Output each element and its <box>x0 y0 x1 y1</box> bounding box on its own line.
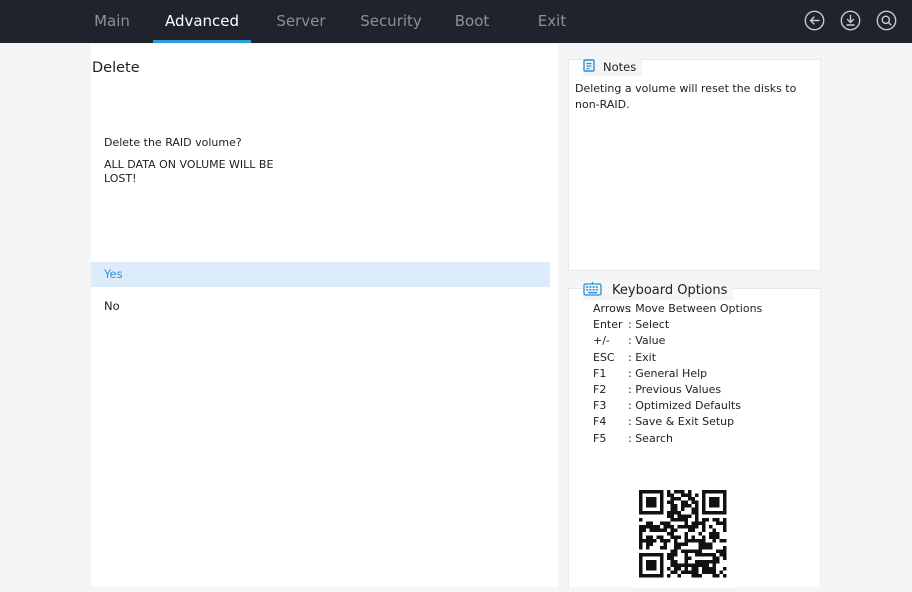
key-name: F3 <box>593 399 607 413</box>
top-menu-bar: Main Advanced Server Security Boot Exit <box>0 0 912 43</box>
back-icon[interactable] <box>804 10 825 31</box>
data-loss-warning: ALL DATA ON VOLUME WILL BE LOST! <box>104 158 274 185</box>
delete-question: Delete the RAID volume? <box>104 136 242 149</box>
key-description: : Select <box>628 318 670 332</box>
keyboard-options-panel: Keyboard Options Arrows: Move Between Op… <box>568 281 821 588</box>
download-icon[interactable] <box>840 10 861 31</box>
key-description: : General Help <box>628 366 708 380</box>
tab-security[interactable]: Security <box>352 0 430 43</box>
key-row: F3 : Optimized Defaults <box>593 398 762 414</box>
tab-server[interactable]: Server <box>268 0 334 43</box>
tab-advanced[interactable]: Advanced <box>153 0 251 43</box>
key-row: Enter : Select <box>593 317 762 333</box>
qr-code <box>630 481 737 588</box>
keyboard-options-title: Keyboard Options <box>612 283 728 298</box>
key-row: ESC : Exit <box>593 350 762 366</box>
tab-boot[interactable]: Boot <box>447 0 497 43</box>
key-description: : Search <box>628 431 673 445</box>
notes-header: Notes <box>583 57 643 76</box>
key-description: : Optimized Defaults <box>628 399 741 413</box>
key-name: F1 <box>593 366 607 380</box>
key-row: F4 : Save & Exit Setup <box>593 414 762 430</box>
key-row: +/- : Value <box>593 333 762 349</box>
key-name: Arrows <box>593 302 631 315</box>
key-description: : Exit <box>628 350 657 364</box>
key-name: F5 <box>593 431 607 445</box>
page-title: Delete <box>92 60 140 76</box>
notes-title: Notes <box>603 59 637 74</box>
notes-text: Deleting a volume will reset the disks t… <box>575 82 797 111</box>
option-yes[interactable]: Yes <box>91 262 550 287</box>
key-name: Enter <box>593 318 623 332</box>
tab-main[interactable]: Main <box>82 0 142 43</box>
key-name: F4 <box>593 415 607 429</box>
keyboard-icon <box>583 281 602 300</box>
key-row: F2 : Previous Values <box>593 382 762 398</box>
key-name: +/- <box>593 334 610 348</box>
key-description: : Previous Values <box>628 383 722 397</box>
key-row: F5 : Search <box>593 431 762 447</box>
key-name: ESC <box>593 350 615 364</box>
key-name: F2 <box>593 383 607 397</box>
tab-exit[interactable]: Exit <box>530 0 574 43</box>
search-icon[interactable] <box>876 10 897 31</box>
keyboard-options-header: Keyboard Options <box>583 281 734 300</box>
notes-icon <box>583 57 595 76</box>
main-content-panel: Delete Delete the RAID volume? ALL DATA … <box>91 44 558 587</box>
option-no[interactable]: No <box>91 294 550 319</box>
key-description: : Move Between Options <box>628 302 763 315</box>
notes-panel: Notes Deleting a volume will reset the d… <box>568 57 821 271</box>
key-row: Arrows: Move Between Options <box>593 301 762 317</box>
key-description: : Value <box>628 334 666 348</box>
key-description: : Save & Exit Setup <box>628 415 735 429</box>
key-row: F1 : General Help <box>593 366 762 382</box>
keyboard-options-list: Arrows: Move Between Options Enter : Sele… <box>593 301 762 447</box>
